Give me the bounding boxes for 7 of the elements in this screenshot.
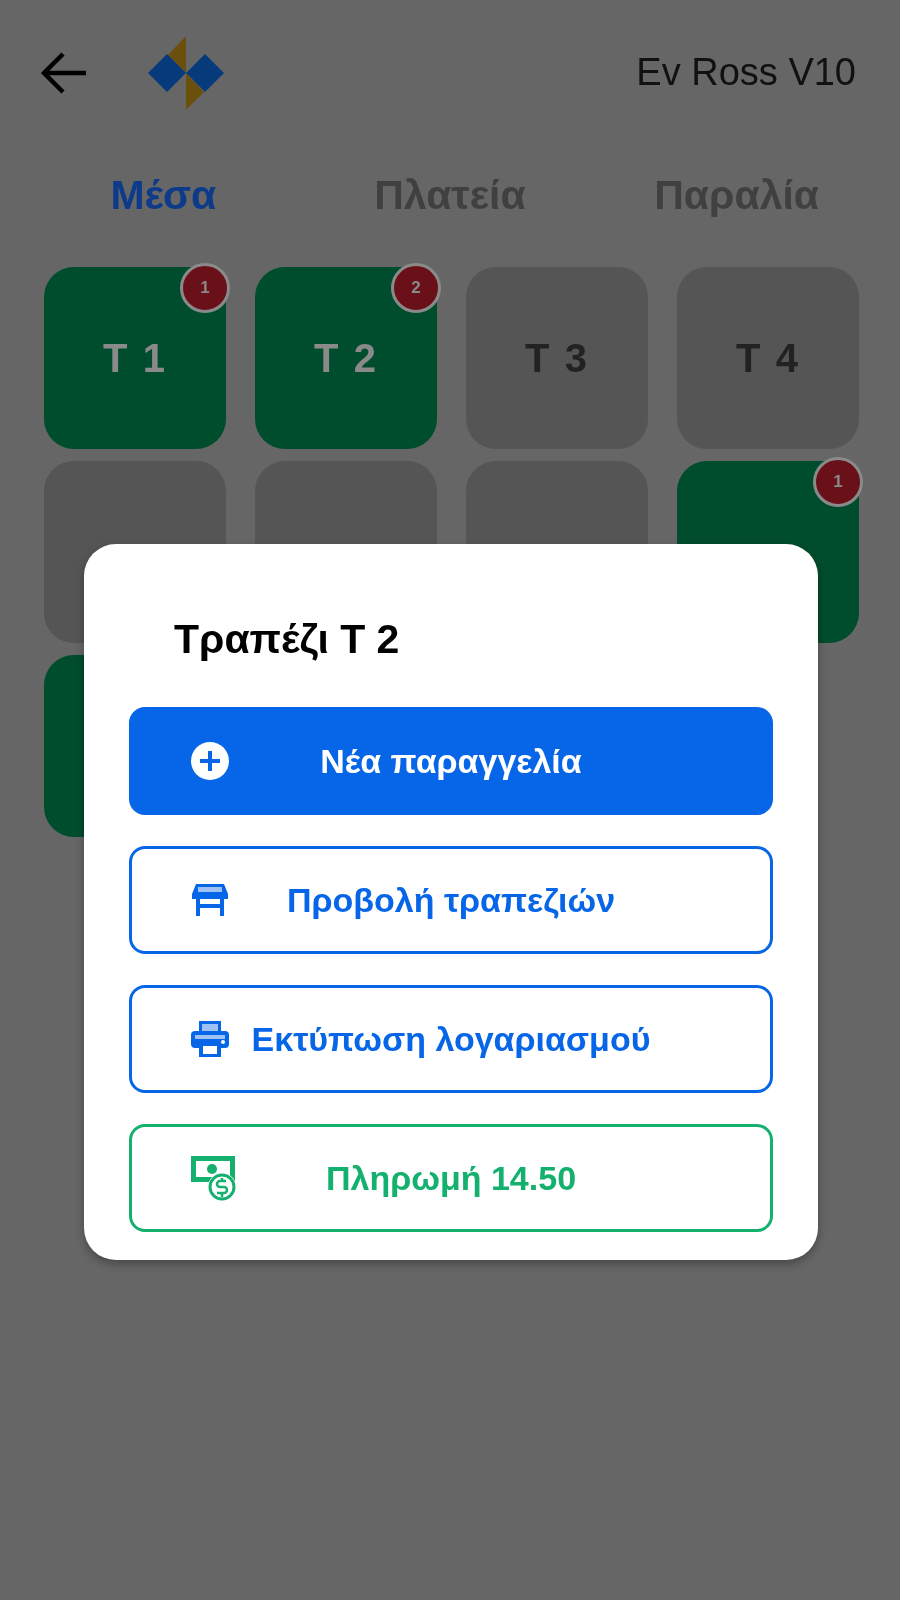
table-label: T 1 <box>103 335 167 381</box>
order-count-badge: 2 <box>391 263 441 313</box>
order-count-badge: 1 <box>180 263 230 313</box>
order-count-badge: 1 <box>813 457 863 507</box>
app-title: Ev Ross V10 <box>636 51 856 94</box>
dialog-title: Τραπέζι Τ 2 <box>174 616 401 663</box>
table-label: T 2 <box>314 335 378 381</box>
